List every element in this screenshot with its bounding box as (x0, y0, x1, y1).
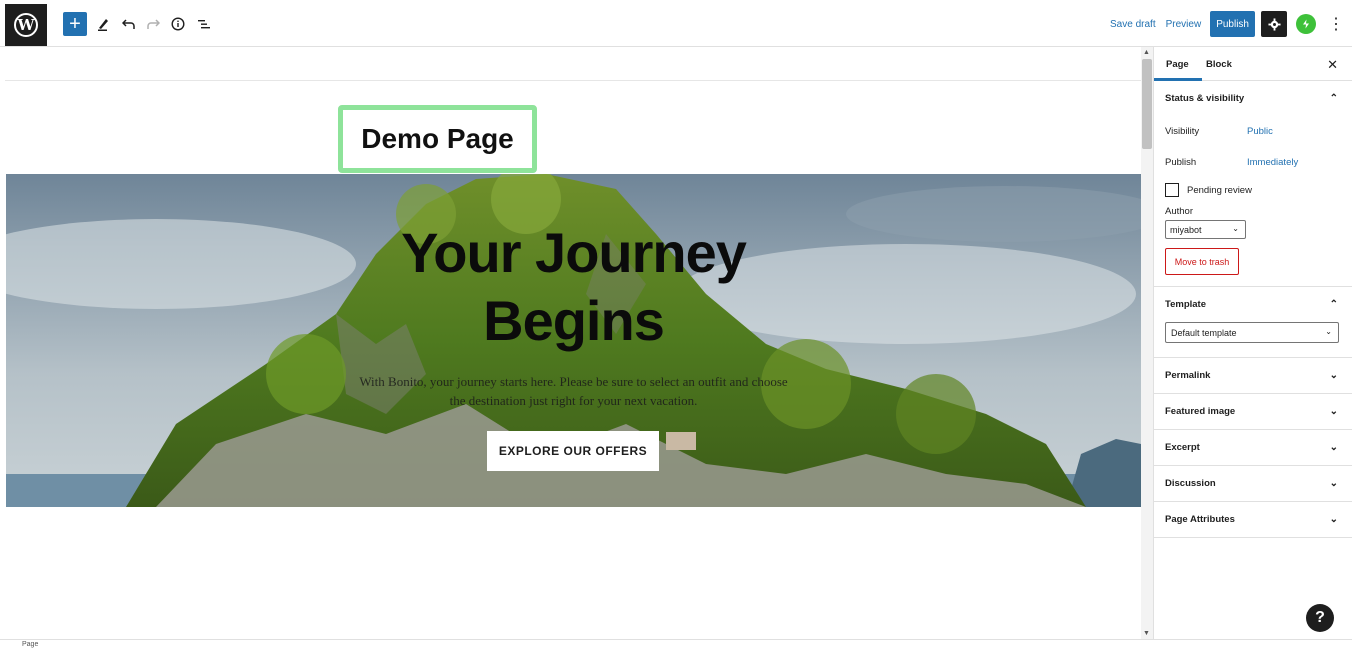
template-toggle[interactable]: Template ⌃ (1154, 287, 1352, 322)
discussion-toggle[interactable]: Discussion ⌄ (1154, 466, 1352, 501)
panel-title: Status & visibility (1165, 93, 1245, 104)
status-visibility-toggle[interactable]: Status & visibility ⌃ (1154, 81, 1352, 116)
chevron-up-icon: ⌃ (1329, 93, 1338, 104)
publish-date-button[interactable]: Immediately (1247, 157, 1298, 168)
close-icon[interactable]: ✕ (1327, 57, 1338, 73)
divider (5, 80, 1141, 81)
explore-offers-button[interactable]: EXPLORE OUR OFFERS (487, 431, 659, 471)
info-icon (171, 17, 185, 31)
wordpress-icon: W (14, 13, 38, 37)
featured-image-panel: Featured image ⌄ (1154, 394, 1352, 430)
move-to-trash-button[interactable]: Move to trash (1165, 248, 1239, 275)
panel-title: Page Attributes (1165, 514, 1235, 525)
panel-title: Excerpt (1165, 442, 1200, 453)
chevron-down-icon: ⌄ (1329, 370, 1338, 381)
tab-block[interactable]: Block (1206, 59, 1232, 70)
pending-review-label[interactable]: Pending review (1187, 185, 1252, 196)
author-label: Author (1165, 206, 1193, 217)
discussion-panel: Discussion ⌄ (1154, 466, 1352, 502)
permalink-panel: Permalink ⌄ (1154, 358, 1352, 394)
page-attributes-panel: Page Attributes ⌄ (1154, 502, 1352, 538)
page-title[interactable]: Demo Page (361, 123, 514, 155)
scrollbar-thumb[interactable] (1142, 59, 1152, 149)
help-button[interactable]: ? (1306, 604, 1334, 632)
jetpack-button[interactable] (1296, 14, 1316, 34)
cover-block[interactable]: Your Journey Begins With Bonito, your jo… (6, 174, 1141, 507)
scroll-up-arrow-icon[interactable]: ▲ (1143, 49, 1150, 56)
publish-button[interactable]: Publish (1210, 11, 1255, 37)
add-block-button[interactable]: + (63, 12, 87, 36)
editor-footer: Page (0, 639, 1352, 648)
more-vertical-icon: ⋮ (1328, 16, 1344, 33)
page-title-block[interactable]: Demo Page (338, 105, 537, 173)
panel-title: Template (1165, 299, 1207, 310)
gear-icon (1267, 17, 1281, 31)
preview-button[interactable]: Preview (1161, 19, 1207, 30)
author-value: miyabot (1170, 224, 1202, 235)
permalink-toggle[interactable]: Permalink ⌄ (1154, 358, 1352, 393)
status-visibility-panel: Status & visibility ⌃ Visibility Public … (1154, 81, 1352, 287)
pending-review-row: Pending review (1154, 180, 1352, 200)
question-icon: ? (1315, 609, 1325, 626)
undo-icon (122, 19, 135, 29)
redo-button[interactable] (145, 12, 161, 36)
editor-toolbar: W + Save draft Preview Publish ⋮ (0, 0, 1352, 47)
details-button[interactable] (170, 12, 186, 36)
panel-title: Discussion (1165, 478, 1216, 489)
cover-heading-line-2: Begins (483, 289, 665, 352)
cover-heading[interactable]: Your Journey Begins (6, 219, 1141, 355)
cover-paragraph[interactable]: With Bonito, your journey starts here. P… (351, 372, 796, 410)
toolbar-actions: Save draft Preview Publish ⋮ (1105, 11, 1344, 37)
undo-button[interactable] (121, 12, 137, 36)
template-select[interactable]: Default template ⌄ (1165, 322, 1339, 343)
template-value: Default template (1171, 327, 1237, 338)
chevron-down-icon: ⌄ (1329, 514, 1338, 525)
more-options-button[interactable]: ⋮ (1328, 14, 1344, 34)
list-view-button[interactable] (196, 12, 212, 36)
author-select[interactable]: miyabot ⌄ (1165, 220, 1246, 239)
tab-page[interactable]: Page (1166, 59, 1189, 70)
visibility-row: Visibility Public (1154, 116, 1352, 147)
chevron-up-icon: ⌃ (1329, 299, 1338, 310)
featured-image-toggle[interactable]: Featured image ⌄ (1154, 394, 1352, 429)
excerpt-panel: Excerpt ⌄ (1154, 430, 1352, 466)
pending-review-checkbox[interactable] (1165, 183, 1179, 197)
template-panel: Template ⌃ Default template ⌄ (1154, 287, 1352, 358)
excerpt-toggle[interactable]: Excerpt ⌄ (1154, 430, 1352, 465)
panel-title: Featured image (1165, 406, 1236, 417)
page-attributes-toggle[interactable]: Page Attributes ⌄ (1154, 502, 1352, 537)
panel-title: Permalink (1165, 370, 1211, 381)
chevron-down-icon: ⌄ (1329, 406, 1338, 417)
plus-icon: + (69, 12, 81, 35)
scroll-down-arrow-icon[interactable]: ▼ (1143, 630, 1150, 637)
pencil-icon (98, 19, 108, 31)
visibility-value-button[interactable]: Public (1247, 126, 1273, 137)
chevron-down-icon: ⌄ (1329, 442, 1338, 453)
publish-label: Publish (1165, 157, 1197, 168)
list-view-icon (198, 20, 210, 29)
canvas-scrollbar[interactable]: ▲ ▼ (1141, 47, 1153, 639)
editor-canvas: Demo Page Your Journey Begins With Bonit… (0, 47, 1141, 639)
tools-button[interactable] (95, 12, 111, 36)
wordpress-logo-button[interactable]: W (5, 4, 47, 46)
chevron-down-icon: ⌄ (1232, 224, 1239, 233)
publish-row: Publish Immediately (1154, 147, 1352, 178)
cover-heading-line-1: Your Journey (401, 221, 747, 284)
chevron-down-icon: ⌄ (1325, 327, 1332, 336)
visibility-label: Visibility (1165, 126, 1200, 137)
settings-button[interactable] (1261, 11, 1287, 37)
chevron-down-icon: ⌄ (1329, 478, 1338, 489)
bolt-icon (1303, 19, 1309, 29)
redo-icon (147, 19, 160, 29)
save-draft-button[interactable]: Save draft (1105, 19, 1161, 30)
sidebar-tabs: Page Block ✕ (1154, 47, 1352, 81)
settings-sidebar: Page Block ✕ Status & visibility ⌃ Visib… (1153, 47, 1352, 639)
